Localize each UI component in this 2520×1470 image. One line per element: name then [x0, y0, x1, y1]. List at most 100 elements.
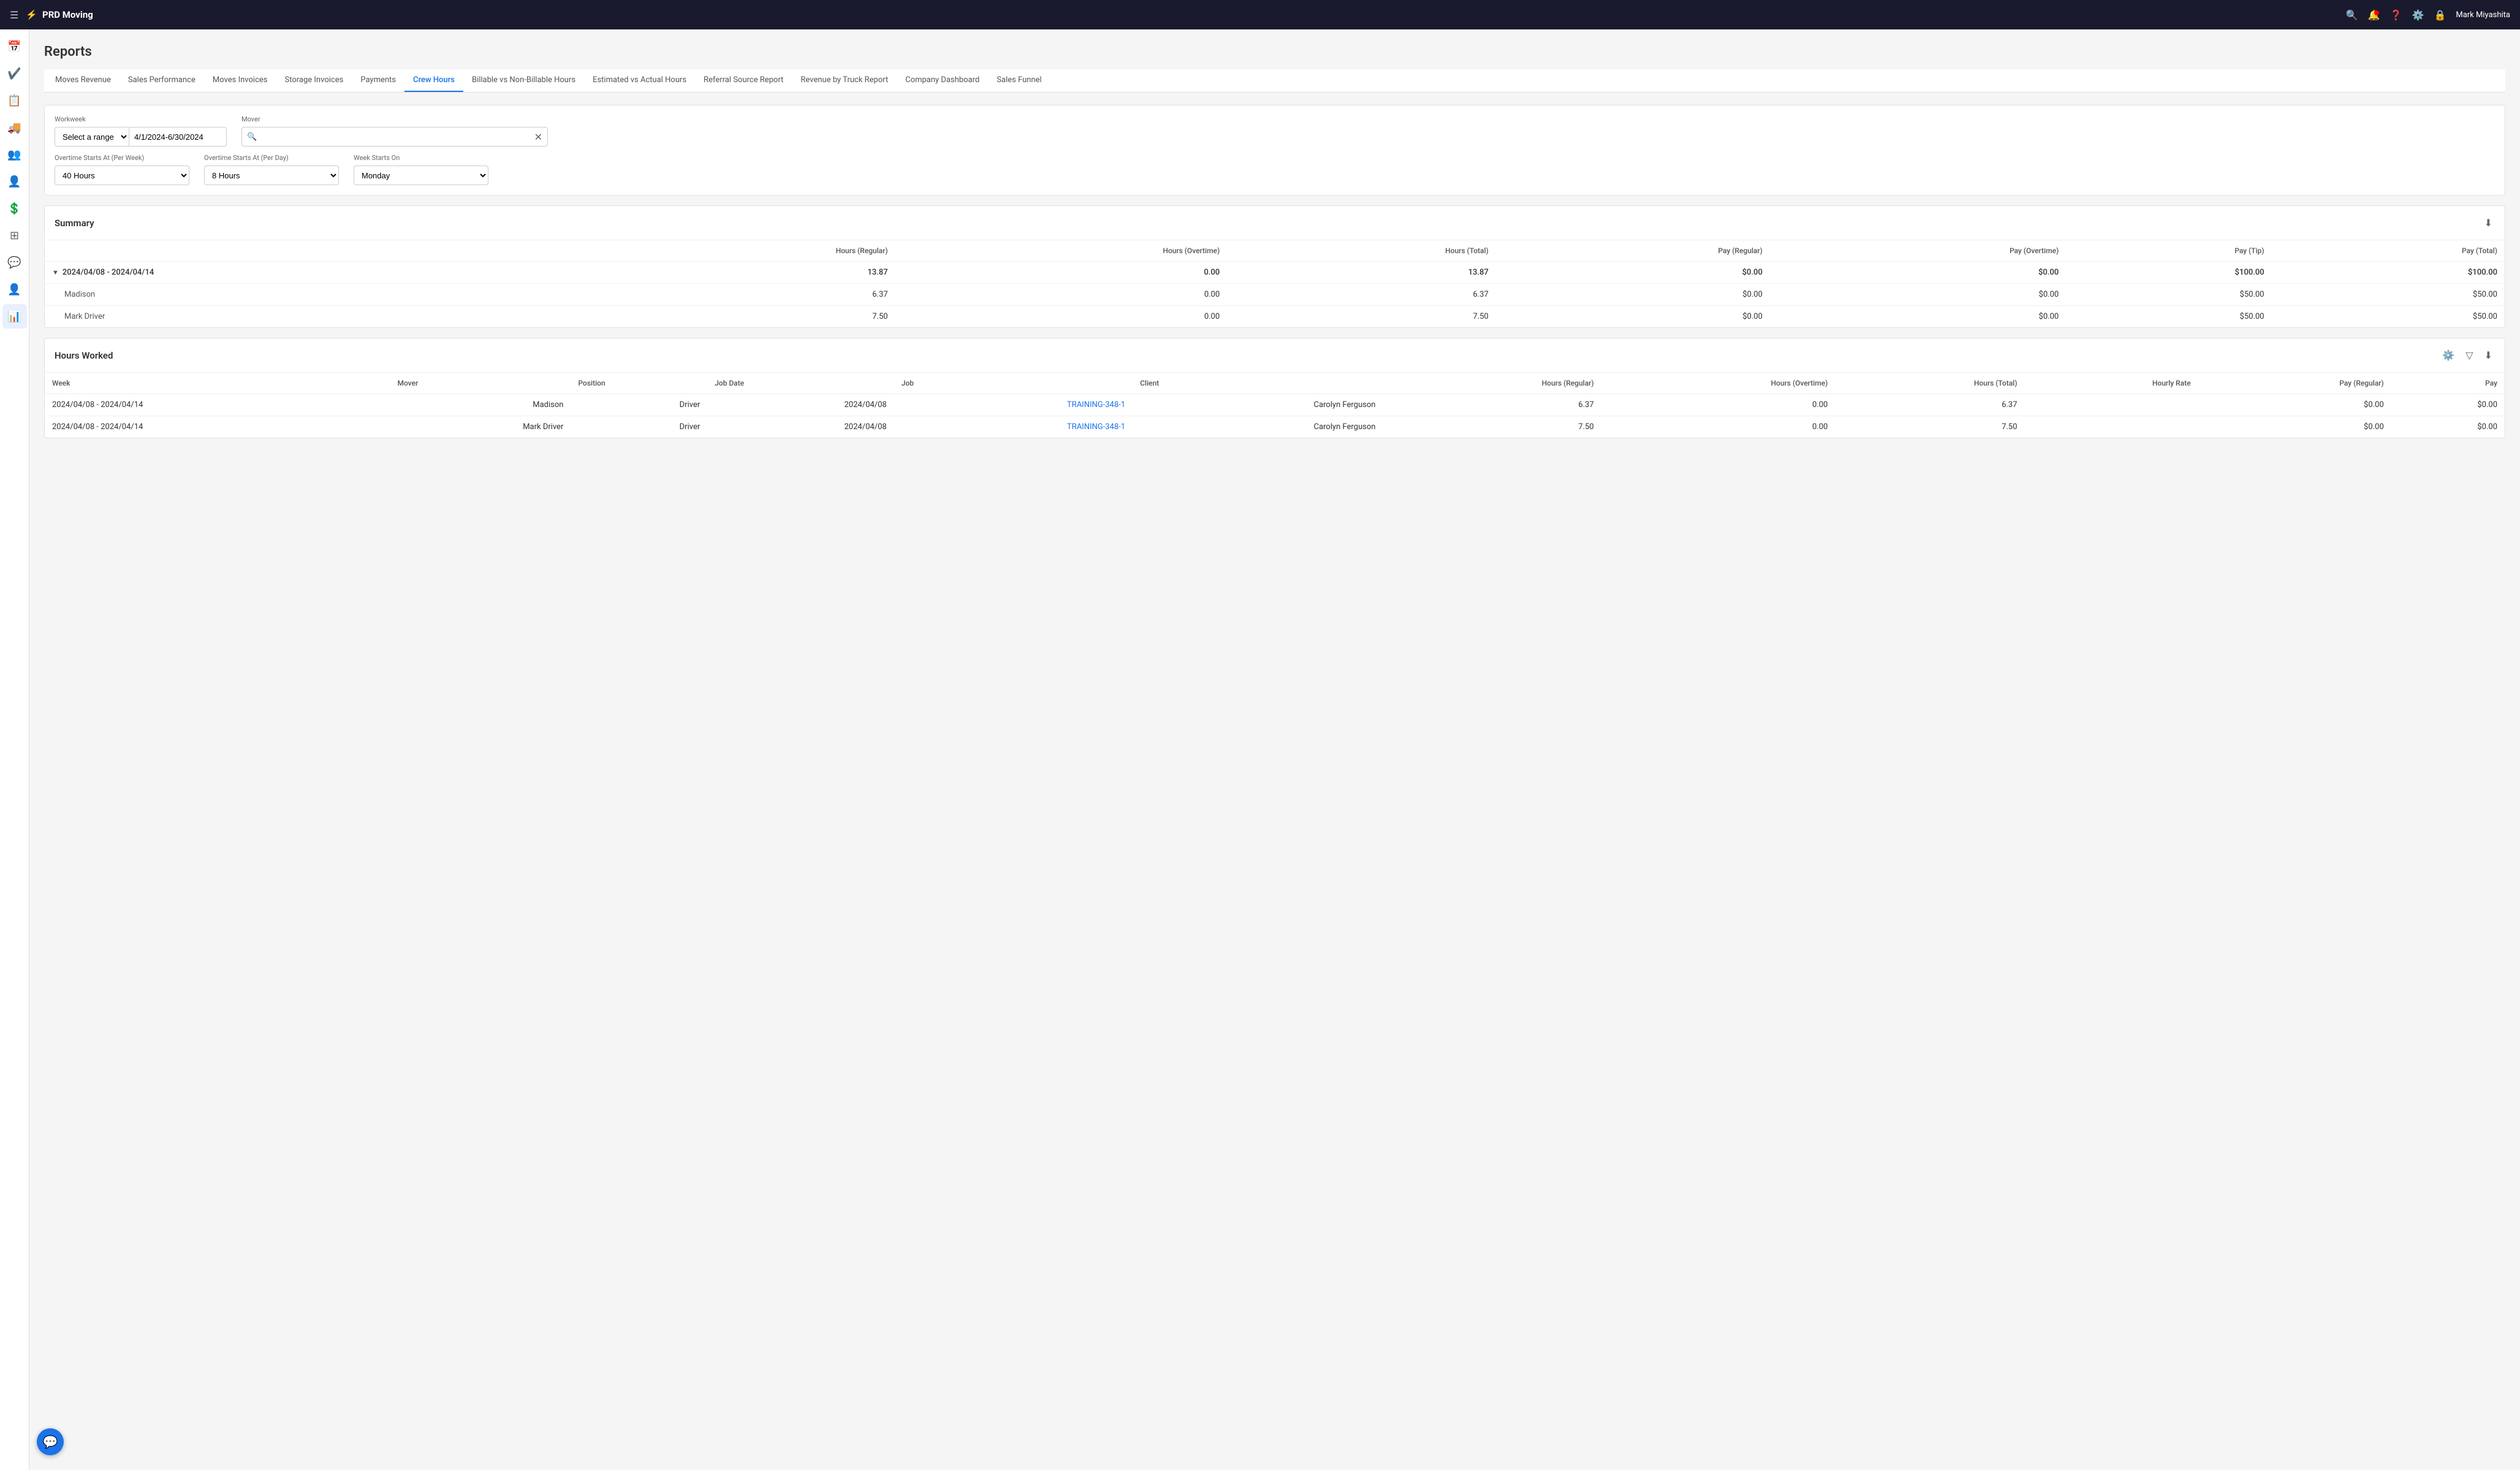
summary-group-row[interactable]: ▼2024/04/08 - 2024/04/1413.870.0013.87$0…: [45, 262, 2505, 284]
range-date-input[interactable]: [129, 127, 227, 147]
hw-col-hours-overtime: Hours (Overtime): [1601, 373, 1835, 394]
mover-label: Mover: [241, 115, 2495, 123]
child-name: Madison: [45, 284, 585, 306]
hw-pay: $0.00: [2391, 416, 2505, 438]
child-value: 6.37: [585, 284, 895, 306]
tab-moves-invoices[interactable]: Moves Invoices: [204, 69, 276, 92]
child-name: Mark Driver: [45, 306, 585, 328]
overtime-week-select[interactable]: 40 Hours: [55, 166, 189, 185]
tab-navigation: Moves Revenue Sales Performance Moves In…: [44, 69, 2505, 93]
lock-icon[interactable]: 🔒: [2434, 9, 2446, 21]
job-link[interactable]: TRAINING-348-1: [1067, 400, 1125, 409]
hw-hours-overtime: 0.00: [1601, 416, 1835, 438]
hours-worked-settings-icon[interactable]: ⚙️: [2440, 347, 2457, 364]
week-starts-label: Week Starts On: [354, 154, 488, 162]
overtime-day-select[interactable]: 8 Hours: [204, 166, 339, 185]
search-icon[interactable]: 🔍: [2346, 9, 2358, 21]
summary-download-icon[interactable]: ⬇: [2482, 215, 2495, 231]
tab-referral-source[interactable]: Referral Source Report: [695, 69, 792, 92]
tab-moves-revenue[interactable]: Moves Revenue: [47, 69, 120, 92]
user-name[interactable]: Mark Miyashita: [2456, 10, 2510, 20]
sidebar-item-people[interactable]: 👥: [2, 142, 27, 167]
sidebar-item-tasks[interactable]: ✔️: [2, 61, 27, 86]
hw-pay-regular: $0.00: [2198, 416, 2391, 438]
hours-worked-download-icon[interactable]: ⬇: [2482, 347, 2495, 364]
mover-search-icon: 🔍: [247, 132, 257, 142]
tab-sales-funnel[interactable]: Sales Funnel: [988, 69, 1050, 92]
hours-worked-section: Hours Worked ⚙️ ▽ ⬇ Week Mover Position …: [44, 338, 2505, 438]
child-value: 6.37: [1227, 284, 1496, 306]
hw-col-position: Position: [571, 373, 707, 394]
hw-col-hourly-rate: Hourly Rate: [2025, 373, 2198, 394]
range-type-select[interactable]: Select a range: [55, 127, 129, 147]
job-link[interactable]: TRAINING-348-1: [1067, 422, 1125, 432]
summary-col-pay-total: Pay (Total): [2272, 240, 2505, 262]
sidebar-item-finance[interactable]: 💲: [2, 196, 27, 221]
group-value: 0.00: [895, 262, 1228, 284]
tab-revenue-truck[interactable]: Revenue by Truck Report: [792, 69, 897, 92]
hw-pay: $0.00: [2391, 394, 2505, 416]
hw-col-hours-regular: Hours (Regular): [1383, 373, 1601, 394]
notification-wrap[interactable]: 🔔: [2368, 9, 2380, 21]
hw-position: Driver: [571, 416, 707, 438]
child-value: 7.50: [585, 306, 895, 328]
mover-clear-button[interactable]: ✕: [534, 131, 542, 143]
week-starts-select[interactable]: Monday: [354, 166, 488, 185]
summary-actions: ⬇: [2482, 215, 2495, 231]
hw-position: Driver: [571, 394, 707, 416]
app-brand: ⚡ PRD Moving: [26, 9, 93, 20]
hours-worked-actions: ⚙️ ▽ ⬇: [2440, 347, 2495, 364]
overtime-week-filter: Overtime Starts At (Per Week) 40 Hours: [55, 154, 189, 185]
hw-hours-regular: 7.50: [1383, 416, 1601, 438]
hw-col-week: Week: [45, 373, 390, 394]
summary-col-hours-total: Hours (Total): [1227, 240, 1496, 262]
hw-client: Carolyn Ferguson: [1133, 416, 1383, 438]
chat-button[interactable]: 💬: [37, 1428, 64, 1455]
child-value: 0.00: [895, 284, 1228, 306]
settings-icon[interactable]: ⚙️: [2412, 9, 2424, 21]
page-title: Reports: [44, 44, 2505, 59]
sidebar-item-calendar[interactable]: 📅: [2, 34, 27, 59]
hours-worked-filter-icon[interactable]: ▽: [2463, 347, 2475, 364]
filter-section: Workweek Select a range Mover 🔍 ✕: [44, 105, 2505, 196]
menu-icon[interactable]: ☰: [10, 9, 18, 21]
hw-client: Carolyn Ferguson: [1133, 394, 1383, 416]
hw-col-jobdate: Job Date: [707, 373, 894, 394]
tab-crew-hours[interactable]: Crew Hours: [404, 69, 463, 92]
group-value: $100.00: [2066, 262, 2271, 284]
mover-search-input[interactable]: [260, 132, 530, 142]
help-icon[interactable]: ❓: [2390, 9, 2402, 21]
child-value: $0.00: [1770, 306, 2066, 328]
child-value: $0.00: [1770, 284, 2066, 306]
group-label: ▼2024/04/08 - 2024/04/14: [45, 262, 585, 284]
tab-sales-performance[interactable]: Sales Performance: [120, 69, 204, 92]
summary-col-pay-overtime: Pay (Overtime): [1770, 240, 2066, 262]
tab-estimated-actual[interactable]: Estimated vs Actual Hours: [584, 69, 695, 92]
hw-pay-regular: $0.00: [2198, 394, 2391, 416]
child-value: $50.00: [2066, 284, 2271, 306]
hw-jobdate: 2024/04/08: [707, 394, 894, 416]
tab-company-dashboard[interactable]: Company Dashboard: [897, 69, 988, 92]
tab-storage-invoices[interactable]: Storage Invoices: [276, 69, 352, 92]
workweek-filter: Workweek Select a range: [55, 115, 227, 147]
hw-col-mover: Mover: [390, 373, 571, 394]
sidebar: 📅 ✔️ 📋 🚚 👥 👤 💲 ⊞ 💬 👤 📊: [0, 29, 29, 1470]
hw-col-hours-total: Hours (Total): [1835, 373, 2024, 394]
hw-col-client: Client: [1133, 373, 1383, 394]
sidebar-item-reports[interactable]: 📊: [2, 304, 27, 329]
hw-job: TRAINING-348-1: [894, 416, 1133, 438]
sidebar-item-clipboard[interactable]: 📋: [2, 88, 27, 113]
summary-section: Summary ⬇ Hours (Regular) Hours (Overtim…: [44, 205, 2505, 328]
summary-child-row: Mark Driver7.500.007.50$0.00$0.00$50.00$…: [45, 306, 2505, 328]
sidebar-item-trucks[interactable]: 🚚: [2, 115, 27, 140]
summary-col-hours-regular: Hours (Regular): [585, 240, 895, 262]
sidebar-item-user[interactable]: 👤: [2, 277, 27, 302]
summary-col-name: [45, 240, 585, 262]
sidebar-item-chat[interactable]: 💬: [2, 250, 27, 275]
sidebar-item-grid[interactable]: ⊞: [2, 223, 27, 248]
group-value: $100.00: [2272, 262, 2505, 284]
tab-billable-nonbillable[interactable]: Billable vs Non-Billable Hours: [463, 69, 584, 92]
sidebar-item-person[interactable]: 👤: [2, 169, 27, 194]
child-value: $50.00: [2272, 284, 2505, 306]
tab-payments[interactable]: Payments: [352, 69, 404, 92]
